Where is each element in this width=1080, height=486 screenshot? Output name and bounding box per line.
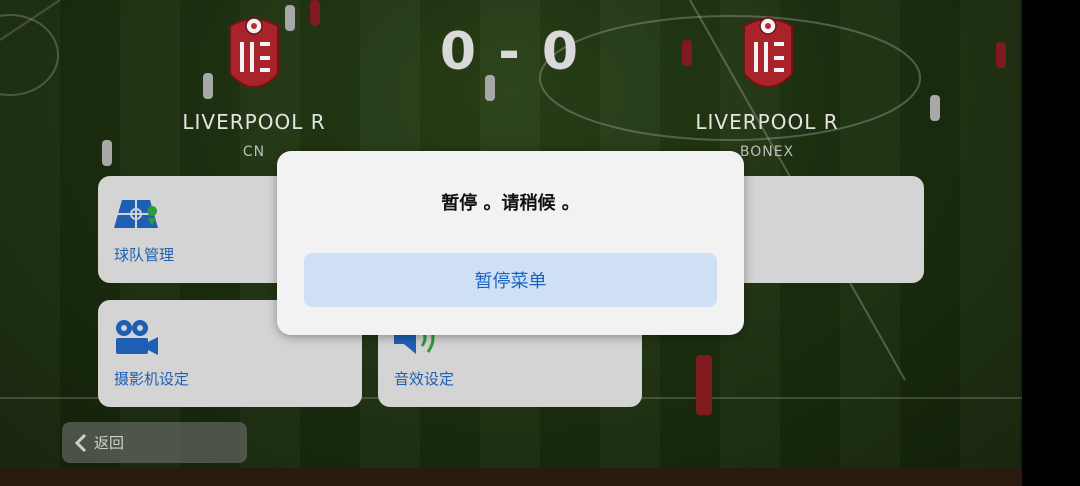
back-label: 返回 <box>94 434 125 452</box>
home-team-name: LIVERPOOL R <box>182 110 326 134</box>
camera-icon <box>116 320 158 355</box>
pause-message: 暂停 。请稍候 。 <box>441 193 580 214</box>
team-management-label: 球队管理 <box>114 246 175 264</box>
pause-menu-button[interactable]: 暂停菜单 <box>304 253 717 307</box>
bottom-strip <box>0 468 1022 486</box>
away-team-crest-icon <box>743 17 793 88</box>
back-button[interactable]: 返回 <box>62 422 247 463</box>
sound-settings-label: 音效设定 <box>394 370 455 388</box>
home-team-crest-icon <box>229 17 279 88</box>
side-bar <box>1022 0 1080 486</box>
away-team-name: LIVERPOOL R <box>695 110 839 134</box>
team-formation-icon <box>114 200 158 228</box>
pause-dialog: 暂停 。请稍候 。 暂停菜单 <box>277 151 744 335</box>
pause-menu-button-label: 暂停菜单 <box>474 271 547 292</box>
match-score: 0 - 0 <box>439 22 581 82</box>
camera-settings-label: 摄影机设定 <box>114 370 190 388</box>
chevron-left-icon <box>74 433 87 452</box>
